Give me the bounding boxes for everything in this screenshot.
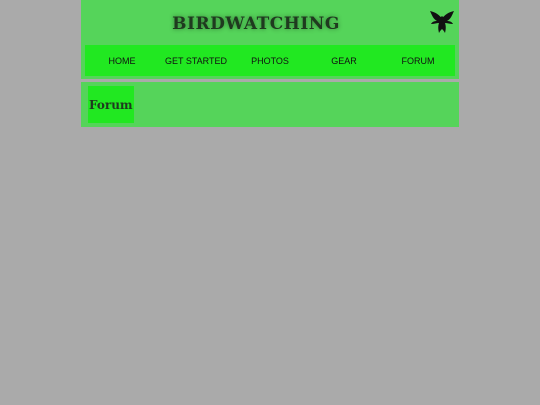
nav-get-started[interactable]: GET STARTED	[159, 45, 233, 76]
main-nav: HOME GET STARTED PHOTOS GEAR FORUM	[85, 45, 455, 76]
nav-gear[interactable]: GEAR	[307, 45, 381, 76]
nav-photos[interactable]: PHOTOS	[233, 45, 307, 76]
bird-icon	[429, 10, 455, 36]
page-title: Forum	[88, 86, 134, 123]
site-title: BIRDWATCHING	[172, 14, 340, 34]
content-panel: Forum	[81, 82, 459, 127]
site-header: BIRDWATCHING HOME GET STARTED PHOTOS GEA…	[81, 0, 459, 79]
nav-home[interactable]: HOME	[85, 45, 159, 76]
nav-forum[interactable]: FORUM	[381, 45, 455, 76]
page-wrapper: BIRDWATCHING HOME GET STARTED PHOTOS GEA…	[81, 0, 459, 127]
